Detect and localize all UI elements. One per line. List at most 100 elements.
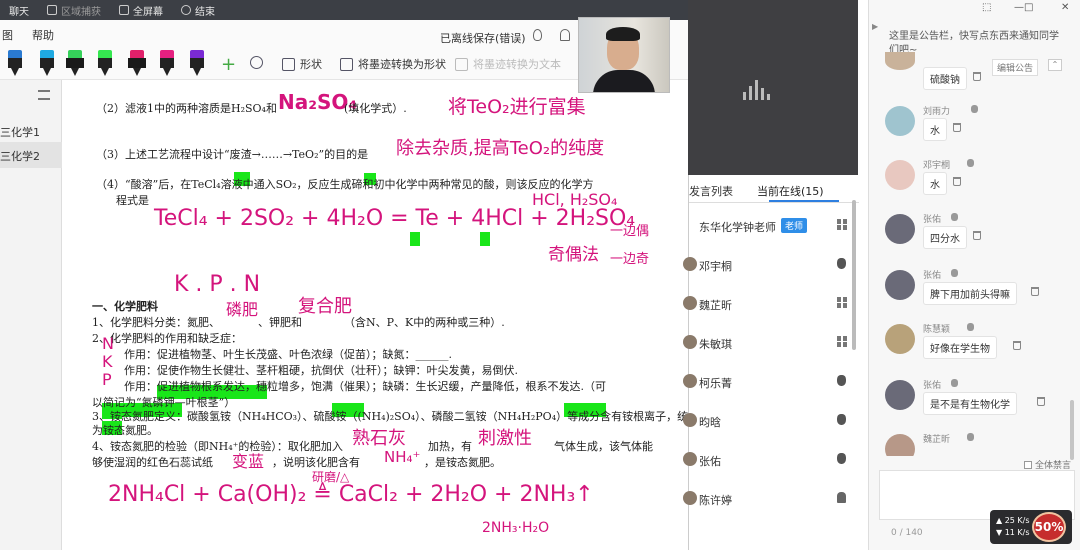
sort-icon[interactable] <box>38 90 50 100</box>
doc-line: 、钾肥和 <box>258 316 302 329</box>
apple-icon <box>951 213 958 221</box>
trash-icon[interactable] <box>973 231 981 240</box>
handwriting: 刺激性 <box>478 428 532 449</box>
member-item[interactable]: 魏芷昕 <box>683 285 859 323</box>
end-button[interactable]: 结束 <box>172 0 224 20</box>
chat-message: 魏芷昕 <box>885 432 1075 456</box>
trash-icon[interactable] <box>1031 287 1039 296</box>
ink-to-text-button[interactable]: 将墨迹转换为文本 <box>455 56 561 72</box>
close-icon[interactable]: ✕ <box>1061 2 1069 13</box>
pen-2[interactable] <box>40 50 54 76</box>
trash-icon[interactable] <box>953 177 961 186</box>
member-item[interactable]: 邓宇桐 <box>683 246 859 284</box>
message-user: 张佑 <box>923 381 942 391</box>
add-pen-icon[interactable]: + <box>221 54 236 75</box>
ink-to-shape-button[interactable]: 将墨迹转换为形状 <box>340 56 446 72</box>
message-bubble: 脾下用加前头得嘛 <box>923 282 1017 305</box>
message-user: 魏芷昕 <box>923 435 951 445</box>
member-name: 张佑 <box>699 455 721 468</box>
trash-icon[interactable] <box>973 72 981 81</box>
apple-icon <box>837 453 846 464</box>
shape-button[interactable]: 形状 <box>282 56 322 72</box>
trash-icon[interactable] <box>1037 397 1045 406</box>
doc-line: 2、化学肥料的作用和缺乏症： <box>92 332 242 345</box>
message-user: 陈慧颖 <box>923 325 951 335</box>
doc-line: 够使湿润的红色石蕊试纸 <box>92 456 213 469</box>
avatar <box>683 491 697 505</box>
audio-wave-icon <box>743 80 771 100</box>
pen-4[interactable] <box>160 50 174 76</box>
pen-3[interactable] <box>98 50 112 76</box>
restore-icon[interactable]: ⬚ <box>982 2 991 13</box>
menu-item-draw[interactable]: 图 <box>2 27 13 43</box>
chat-button[interactable]: 聊天 <box>0 0 38 20</box>
handwriting: 将TeO₂进行富集 <box>448 96 586 118</box>
avatar <box>885 434 915 456</box>
network-status: ▲ 25 K/s ▼ 11 K/s 50% <box>990 510 1072 544</box>
handwriting: K . P . N <box>174 272 261 297</box>
member-name: 东华化学钟老师 <box>699 221 776 234</box>
doc-line: （3）上述工艺流程中设计“废渣→……→TeO₂”的目的是 <box>96 148 369 161</box>
avatar <box>683 413 697 427</box>
maximize-icon[interactable]: □ <box>1024 2 1033 13</box>
minimize-icon[interactable]: — <box>1014 2 1024 13</box>
bell-icon[interactable] <box>560 29 570 41</box>
lasso-icon <box>250 56 263 69</box>
menu-item-help[interactable]: 帮助 <box>32 27 54 43</box>
chat-scrollbar[interactable] <box>1070 400 1074 460</box>
notebook-page[interactable]: （2）滤液1中的两种溶质是H₂SO₄和 Na₂SO₄ (填化学式）. 将TeO₂… <box>62 80 688 550</box>
apple-icon <box>967 323 974 331</box>
checkbox[interactable] <box>1024 460 1032 469</box>
tab-online[interactable]: 当前在线(15) <box>757 183 824 199</box>
highlighter-2[interactable] <box>128 50 146 76</box>
member-tabs: 发言列表 当前在线(15) <box>689 175 859 203</box>
avatar <box>885 214 915 244</box>
handwriting: 变蓝 <box>232 452 265 471</box>
section-item-1[interactable]: 三化学1 <box>0 118 62 144</box>
member-panel: 发言列表 当前在线(15) 东华化学钟老师 老师 邓宇桐 魏芷昕 朱敏琪 柯乐菁… <box>683 175 859 550</box>
fullscreen-button[interactable]: 全屏幕 <box>110 0 172 20</box>
pen-5[interactable] <box>190 50 204 76</box>
windows-icon <box>837 219 847 230</box>
expand-arrow-icon[interactable]: ▶ <box>872 22 878 31</box>
chat-message: 张佑 四分水 <box>885 212 1075 258</box>
highlighter-1[interactable] <box>66 50 84 76</box>
member-scrollbar[interactable] <box>852 200 856 350</box>
avatar <box>683 335 697 349</box>
chat-message: 邓宇桐 水 <box>885 158 1075 204</box>
apple-icon <box>951 269 958 277</box>
member-item[interactable]: 昀晗 <box>683 402 859 440</box>
doc-line: 为铵态氮肥。 <box>92 424 158 437</box>
message-bubble: 是不是有生物化学 <box>923 392 1017 415</box>
chat-panel: ⬚ — □ ✕ ▶ 这里是公告栏，快写点东西来通知同学们吧~ 编辑公告 ⌃ 硫酸… <box>868 0 1080 550</box>
member-item[interactable]: 朱敏琪 <box>683 324 859 362</box>
section-list: 三化学1 三化学2 <box>0 80 62 550</box>
member-name: 邓宇桐 <box>699 260 732 273</box>
highlight-mark <box>480 232 490 246</box>
upload-speed: ▲ 25 K/s <box>996 516 1030 525</box>
chat-message: 陈慧颖 好像在学生物 <box>885 322 1075 368</box>
tab-speak-list[interactable]: 发言列表 <box>689 183 733 199</box>
handwriting: 磷肥 <box>226 300 259 319</box>
avatar <box>683 296 697 310</box>
handwriting: TeCl₄ + 2SO₂ + 4H₂O = Te + 4HCl + 2H₂SO₄ <box>154 206 636 231</box>
doc-line: 气体生成，该气体能 <box>554 440 653 453</box>
trash-icon[interactable] <box>1013 341 1021 350</box>
member-item[interactable]: 柯乐菁 <box>683 363 859 401</box>
trash-icon[interactable] <box>953 123 961 132</box>
doc-line: (填化学式）. <box>344 102 407 115</box>
section-item-2[interactable]: 三化学2 <box>0 142 62 168</box>
member-item[interactable]: 东华化学钟老师 老师 <box>689 207 859 245</box>
member-name: 柯乐菁 <box>699 377 732 390</box>
lightbulb-icon[interactable] <box>533 29 542 41</box>
teacher-video[interactable] <box>578 17 670 93</box>
member-item[interactable]: 张佑 <box>683 441 859 479</box>
member-item[interactable]: 陈许婷 <box>683 480 859 518</box>
message-user: 张佑 <box>923 215 942 225</box>
message-user: 刘雨力 <box>923 107 951 117</box>
avatar <box>885 324 915 354</box>
region-capture-button[interactable]: 区域捕获 <box>38 0 110 20</box>
lasso-button[interactable] <box>250 56 268 69</box>
pen-1[interactable] <box>8 50 22 76</box>
tab-underline <box>769 200 839 202</box>
